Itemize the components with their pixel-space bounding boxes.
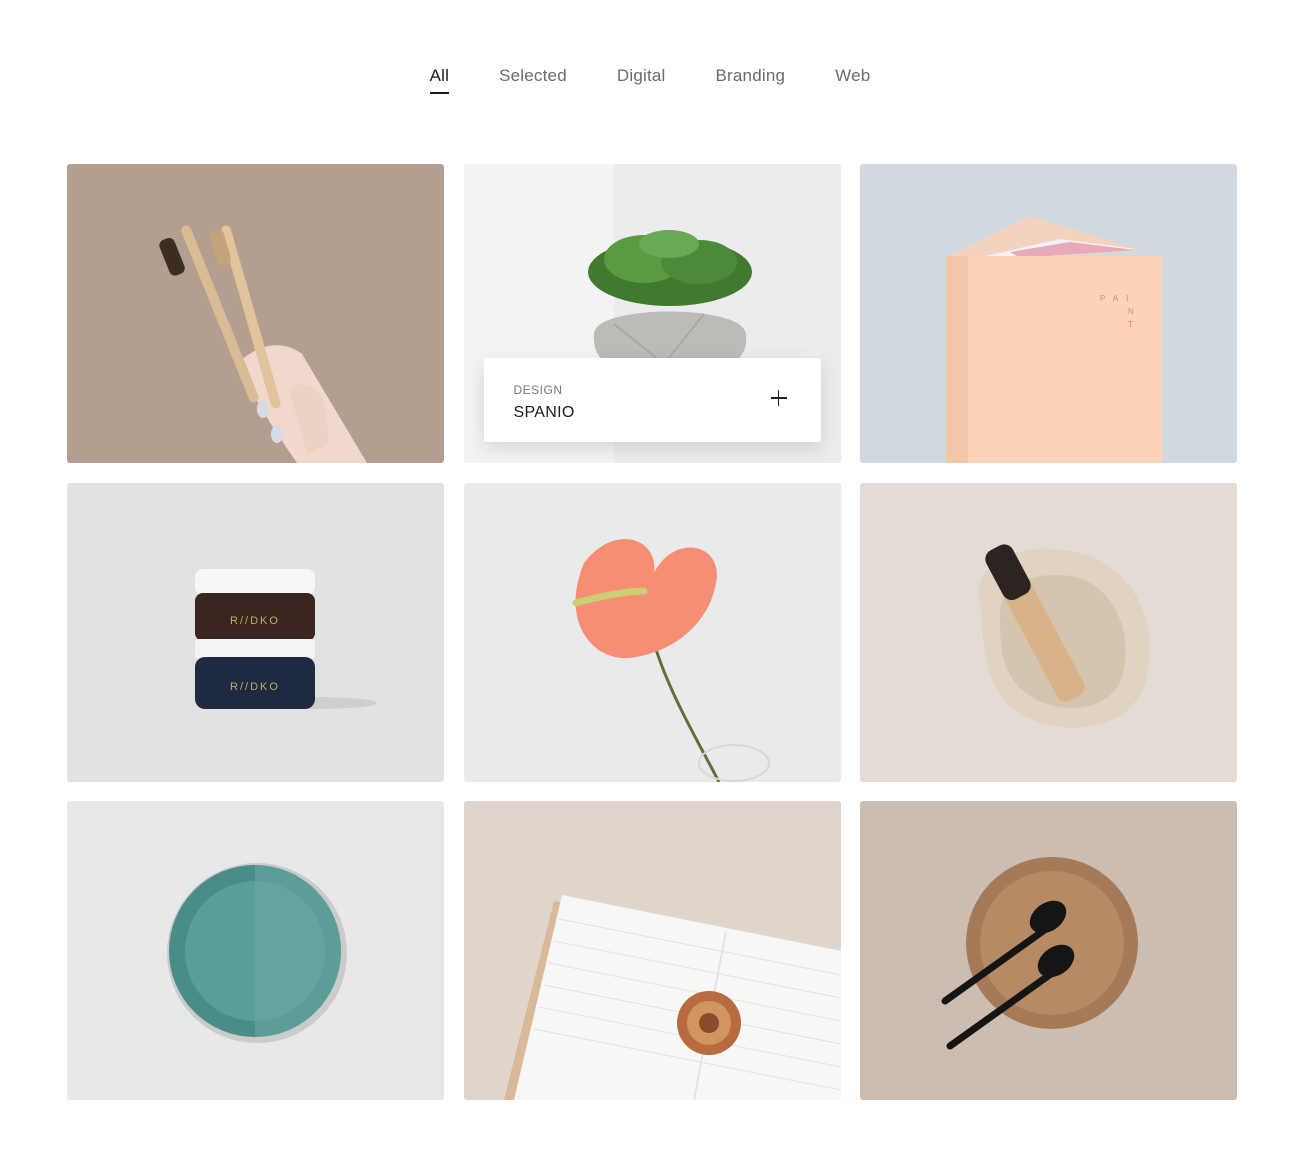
portfolio-item-spanio[interactable]: DESIGN SPANIO — [463, 164, 841, 463]
filter-all[interactable]: All — [429, 66, 450, 94]
toothbrushes-image — [67, 164, 444, 463]
portfolio-item-book[interactable]: PAI N T — [860, 164, 1237, 463]
book-cover-text: PAI — [1100, 294, 1136, 303]
jars-image: R//DKO R//DKO — [67, 482, 444, 782]
filter-web[interactable]: Web — [835, 66, 870, 94]
palo-santo-image — [860, 482, 1237, 782]
filter-selected[interactable]: Selected — [499, 66, 567, 94]
svg-text:T: T — [1128, 320, 1133, 329]
spoons-image — [860, 801, 1237, 1100]
portfolio-filter-bar: All Selected Digital Branding Web — [0, 66, 1300, 94]
plate-image — [67, 801, 444, 1100]
project-title: SPANIO — [513, 404, 575, 421]
project-overlay-card[interactable]: DESIGN SPANIO — [483, 358, 821, 442]
filter-digital[interactable]: Digital — [617, 66, 666, 94]
book-image: PAI N T — [860, 164, 1237, 463]
portfolio-item-flower[interactable] — [463, 482, 841, 782]
portfolio-item-jars[interactable]: R//DKO R//DKO — [67, 482, 444, 782]
filter-branding[interactable]: Branding — [716, 66, 786, 94]
anthurium-image — [463, 482, 841, 782]
project-category: DESIGN — [513, 383, 563, 397]
portfolio-item-notebook[interactable] — [463, 801, 841, 1100]
portfolio-item-plate[interactable] — [67, 801, 444, 1100]
plus-icon[interactable] — [769, 388, 789, 408]
notebook-image — [463, 801, 841, 1100]
svg-text:N: N — [1128, 307, 1134, 316]
jar-label-bottom: R//DKO — [230, 681, 280, 693]
portfolio-grid: DESIGN SPANIO PAI N T R//DKO R//DKO — [67, 164, 1237, 1100]
portfolio-item-palo-santo[interactable] — [860, 482, 1237, 782]
portfolio-item-toothbrushes[interactable] — [67, 164, 444, 463]
portfolio-item-spoons[interactable] — [860, 801, 1237, 1100]
jar-label-top: R//DKO — [230, 615, 280, 627]
